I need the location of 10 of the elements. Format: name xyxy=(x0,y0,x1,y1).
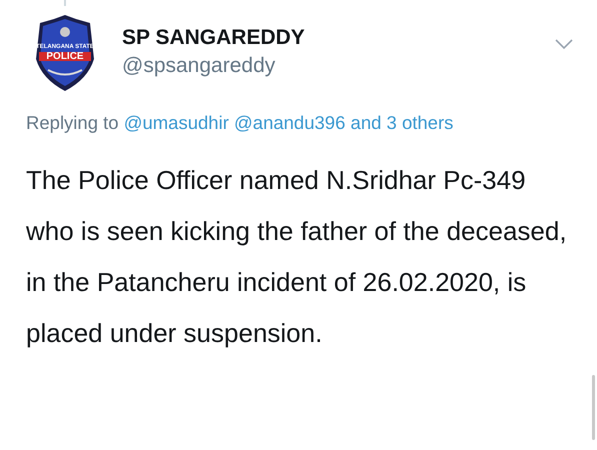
scrollbar-thumb[interactable] xyxy=(592,375,595,440)
author-handle[interactable]: @spsangareddy xyxy=(122,51,305,81)
others-link[interactable]: and 3 others xyxy=(350,112,454,133)
chevron-down-icon[interactable] xyxy=(555,39,573,50)
mention-link[interactable]: @anandu396 xyxy=(234,112,346,133)
mention-link[interactable]: @umasudhir xyxy=(124,112,229,133)
logo-police-text: POLICE xyxy=(45,51,85,62)
tweet-text: The Police Officer named N.Sridhar Pc-349 who is seen kicking the father of the deceased, in the Patancheru incident of 26.02.2020, is placed under suspension. xyxy=(25,164,568,350)
replying-to-text: Replying to @umasudhir @anandu396 and 3 others xyxy=(25,111,454,135)
author-name[interactable]: SP SANGAREDDY xyxy=(122,25,305,51)
